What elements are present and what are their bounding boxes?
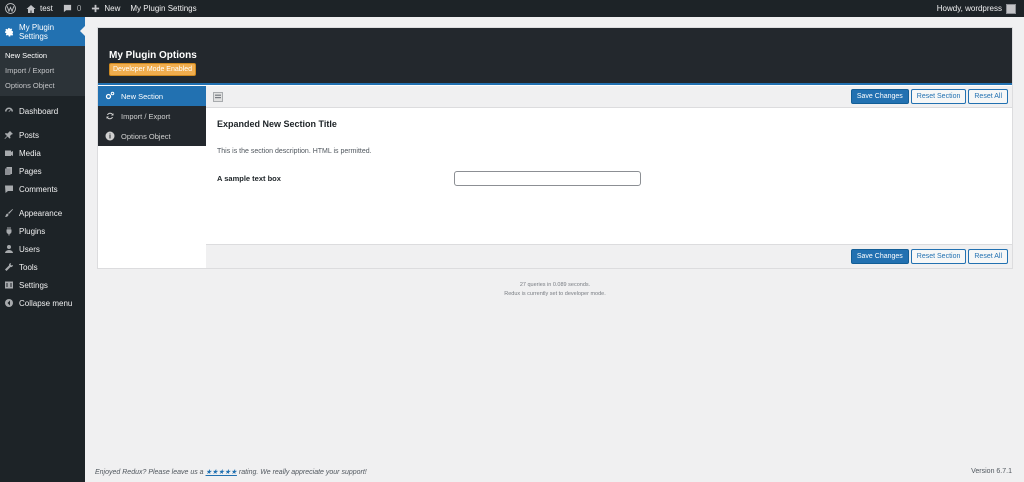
- settings-sliders-icon: [4, 280, 14, 290]
- submenu-item-options-object[interactable]: Options Object: [0, 78, 85, 93]
- plugin-settings-label: My Plugin Settings: [130, 4, 197, 13]
- nav-item-import-export[interactable]: Import / Export: [98, 106, 206, 126]
- nav-item-options-object[interactable]: Options Object: [98, 126, 206, 146]
- wordpress-logo-menu[interactable]: [0, 0, 21, 17]
- sidebar-item-label: Dashboard: [19, 106, 59, 116]
- wp-footer: Enjoyed Redux? Please leave us a ★★★★★ r…: [95, 468, 1012, 476]
- media-camera-icon: [4, 148, 14, 158]
- sidebar-item-dashboard[interactable]: Dashboard: [0, 102, 85, 120]
- field-row-sample-text: A sample text box: [217, 171, 1001, 186]
- comments-count: 0: [76, 4, 82, 13]
- comment-bubble-icon: [63, 4, 72, 13]
- sidebar-item-label: Pages: [19, 166, 42, 176]
- sidebar-item-label: Tools: [19, 262, 38, 272]
- expand-options-icon[interactable]: [213, 91, 223, 102]
- collapse-menu-button[interactable]: Collapse menu: [0, 294, 85, 312]
- admin-sidebar: My Plugin Settings New Section Import / …: [0, 17, 85, 482]
- user-icon: [4, 244, 14, 254]
- paintbrush-icon: [4, 208, 14, 218]
- wrench-icon: [4, 262, 14, 272]
- comments-link[interactable]: 0: [58, 0, 86, 17]
- new-content-link[interactable]: New: [86, 0, 125, 17]
- nav-item-label: Import / Export: [121, 111, 171, 121]
- sidebar-submenu: New Section Import / Export Options Obje…: [0, 46, 85, 96]
- panel-title: My Plugin Options: [109, 50, 197, 61]
- reset-all-button-bottom[interactable]: Reset All: [968, 249, 1008, 264]
- comment-bubble-icon: [4, 184, 14, 194]
- sidebar-item-label: Collapse menu: [19, 298, 73, 308]
- footer-version: Version 6.7.1: [971, 468, 1012, 475]
- site-name-link[interactable]: test: [21, 0, 58, 17]
- nav-item-label: New Section: [121, 91, 164, 101]
- site-name: test: [40, 4, 53, 13]
- sidebar-item-label: Plugins: [19, 226, 46, 236]
- sidebar-item-posts[interactable]: Posts: [0, 126, 85, 144]
- howdy-text: Howdy, wordpress: [936, 4, 1002, 13]
- sidebar-item-label: Posts: [19, 130, 40, 140]
- sidebar-item-my-plugin-settings[interactable]: My Plugin Settings: [0, 17, 85, 46]
- bottom-button-group: Save Changes Reset Section Reset All: [850, 249, 1008, 264]
- gear-icon: [4, 27, 14, 36]
- refresh-icon: [106, 112, 114, 120]
- sidebar-item-users[interactable]: Users: [0, 240, 85, 258]
- section-content: Expanded New Section Title This is the s…: [206, 109, 1012, 245]
- plus-icon: [92, 4, 100, 13]
- avatar: [1006, 3, 1016, 14]
- reset-section-button-bottom[interactable]: Reset Section: [910, 249, 967, 264]
- sidebar-item-label: Media: [19, 148, 41, 158]
- query-stats: 27 queries in 0.089 seconds. Redux is cu…: [97, 281, 1013, 299]
- redux-options-panel: My Plugin Options Developer Mode Enabled…: [97, 27, 1013, 269]
- developer-mode-text: Redux is currently set to developer mode…: [504, 291, 606, 297]
- query-count-text: 27 queries in 0.089 seconds.: [519, 282, 591, 288]
- my-account-menu[interactable]: Howdy, wordpress: [936, 3, 1024, 14]
- new-label: New: [104, 4, 121, 13]
- field-label: A sample text box: [217, 174, 281, 183]
- save-changes-button-top[interactable]: Save Changes: [850, 89, 909, 104]
- sidebar-item-comments[interactable]: Comments: [0, 180, 85, 198]
- reset-section-button-top[interactable]: Reset Section: [910, 89, 967, 104]
- admin-bar: test 0 New My Plugin Settings Howdy, wor…: [0, 0, 1024, 17]
- sidebar-item-label: Settings: [19, 280, 48, 290]
- sidebar-item-pages[interactable]: Pages: [0, 162, 85, 180]
- plugin-plug-icon: [4, 226, 14, 236]
- footer-thanks: Enjoyed Redux? Please leave us a ★★★★★ r…: [95, 469, 367, 476]
- wordpress-logo-icon: [5, 3, 16, 14]
- sidebar-item-appearance[interactable]: Appearance: [0, 204, 85, 222]
- sidebar-item-plugins[interactable]: Plugins: [0, 222, 85, 240]
- plugin-settings-link[interactable]: My Plugin Settings: [125, 0, 201, 17]
- collapse-arrow-icon: [4, 298, 14, 308]
- section-title: Expanded New Section Title: [217, 119, 337, 129]
- pushpin-icon: [4, 130, 14, 140]
- nav-item-new-section[interactable]: New Section: [98, 86, 206, 106]
- top-toolbar: Save Changes Reset Section Reset All: [206, 86, 1012, 108]
- sidebar-item-media[interactable]: Media: [0, 144, 85, 162]
- sidebar-item-settings[interactable]: Settings: [0, 276, 85, 294]
- section-description: This is the section description. HTML is…: [217, 148, 372, 155]
- bottom-toolbar: Save Changes Reset Section Reset All: [206, 244, 1012, 268]
- panel-header: My Plugin Options Developer Mode Enabled: [98, 28, 1012, 85]
- sidebar-item-label: Users: [19, 244, 40, 254]
- info-circle-icon: [105, 131, 115, 141]
- sample-text-input[interactable]: [454, 171, 641, 186]
- nav-item-label: Options Object: [121, 131, 171, 141]
- reset-all-button-top[interactable]: Reset All: [968, 89, 1008, 104]
- save-changes-button-bottom[interactable]: Save Changes: [850, 249, 909, 264]
- section-nav: New Section Import / Export Options Obje…: [98, 86, 206, 146]
- home-icon: [26, 4, 36, 13]
- gears-icon: [105, 91, 115, 100]
- sidebar-item-label: Comments: [19, 184, 58, 194]
- top-button-group: Save Changes Reset Section Reset All: [850, 89, 1008, 104]
- sidebar-item-label: Appearance: [19, 208, 63, 218]
- dashboard-gauge-icon: [4, 106, 14, 116]
- developer-mode-badge: Developer Mode Enabled: [109, 63, 196, 76]
- pages-icon: [4, 166, 14, 176]
- submenu-item-new-section[interactable]: New Section: [0, 48, 85, 63]
- sidebar-current-label: My Plugin Settings: [18, 22, 55, 41]
- sidebar-item-tools[interactable]: Tools: [0, 258, 85, 276]
- submenu-item-import-export[interactable]: Import / Export: [0, 63, 85, 78]
- rating-stars-link[interactable]: ★★★★★: [206, 469, 237, 476]
